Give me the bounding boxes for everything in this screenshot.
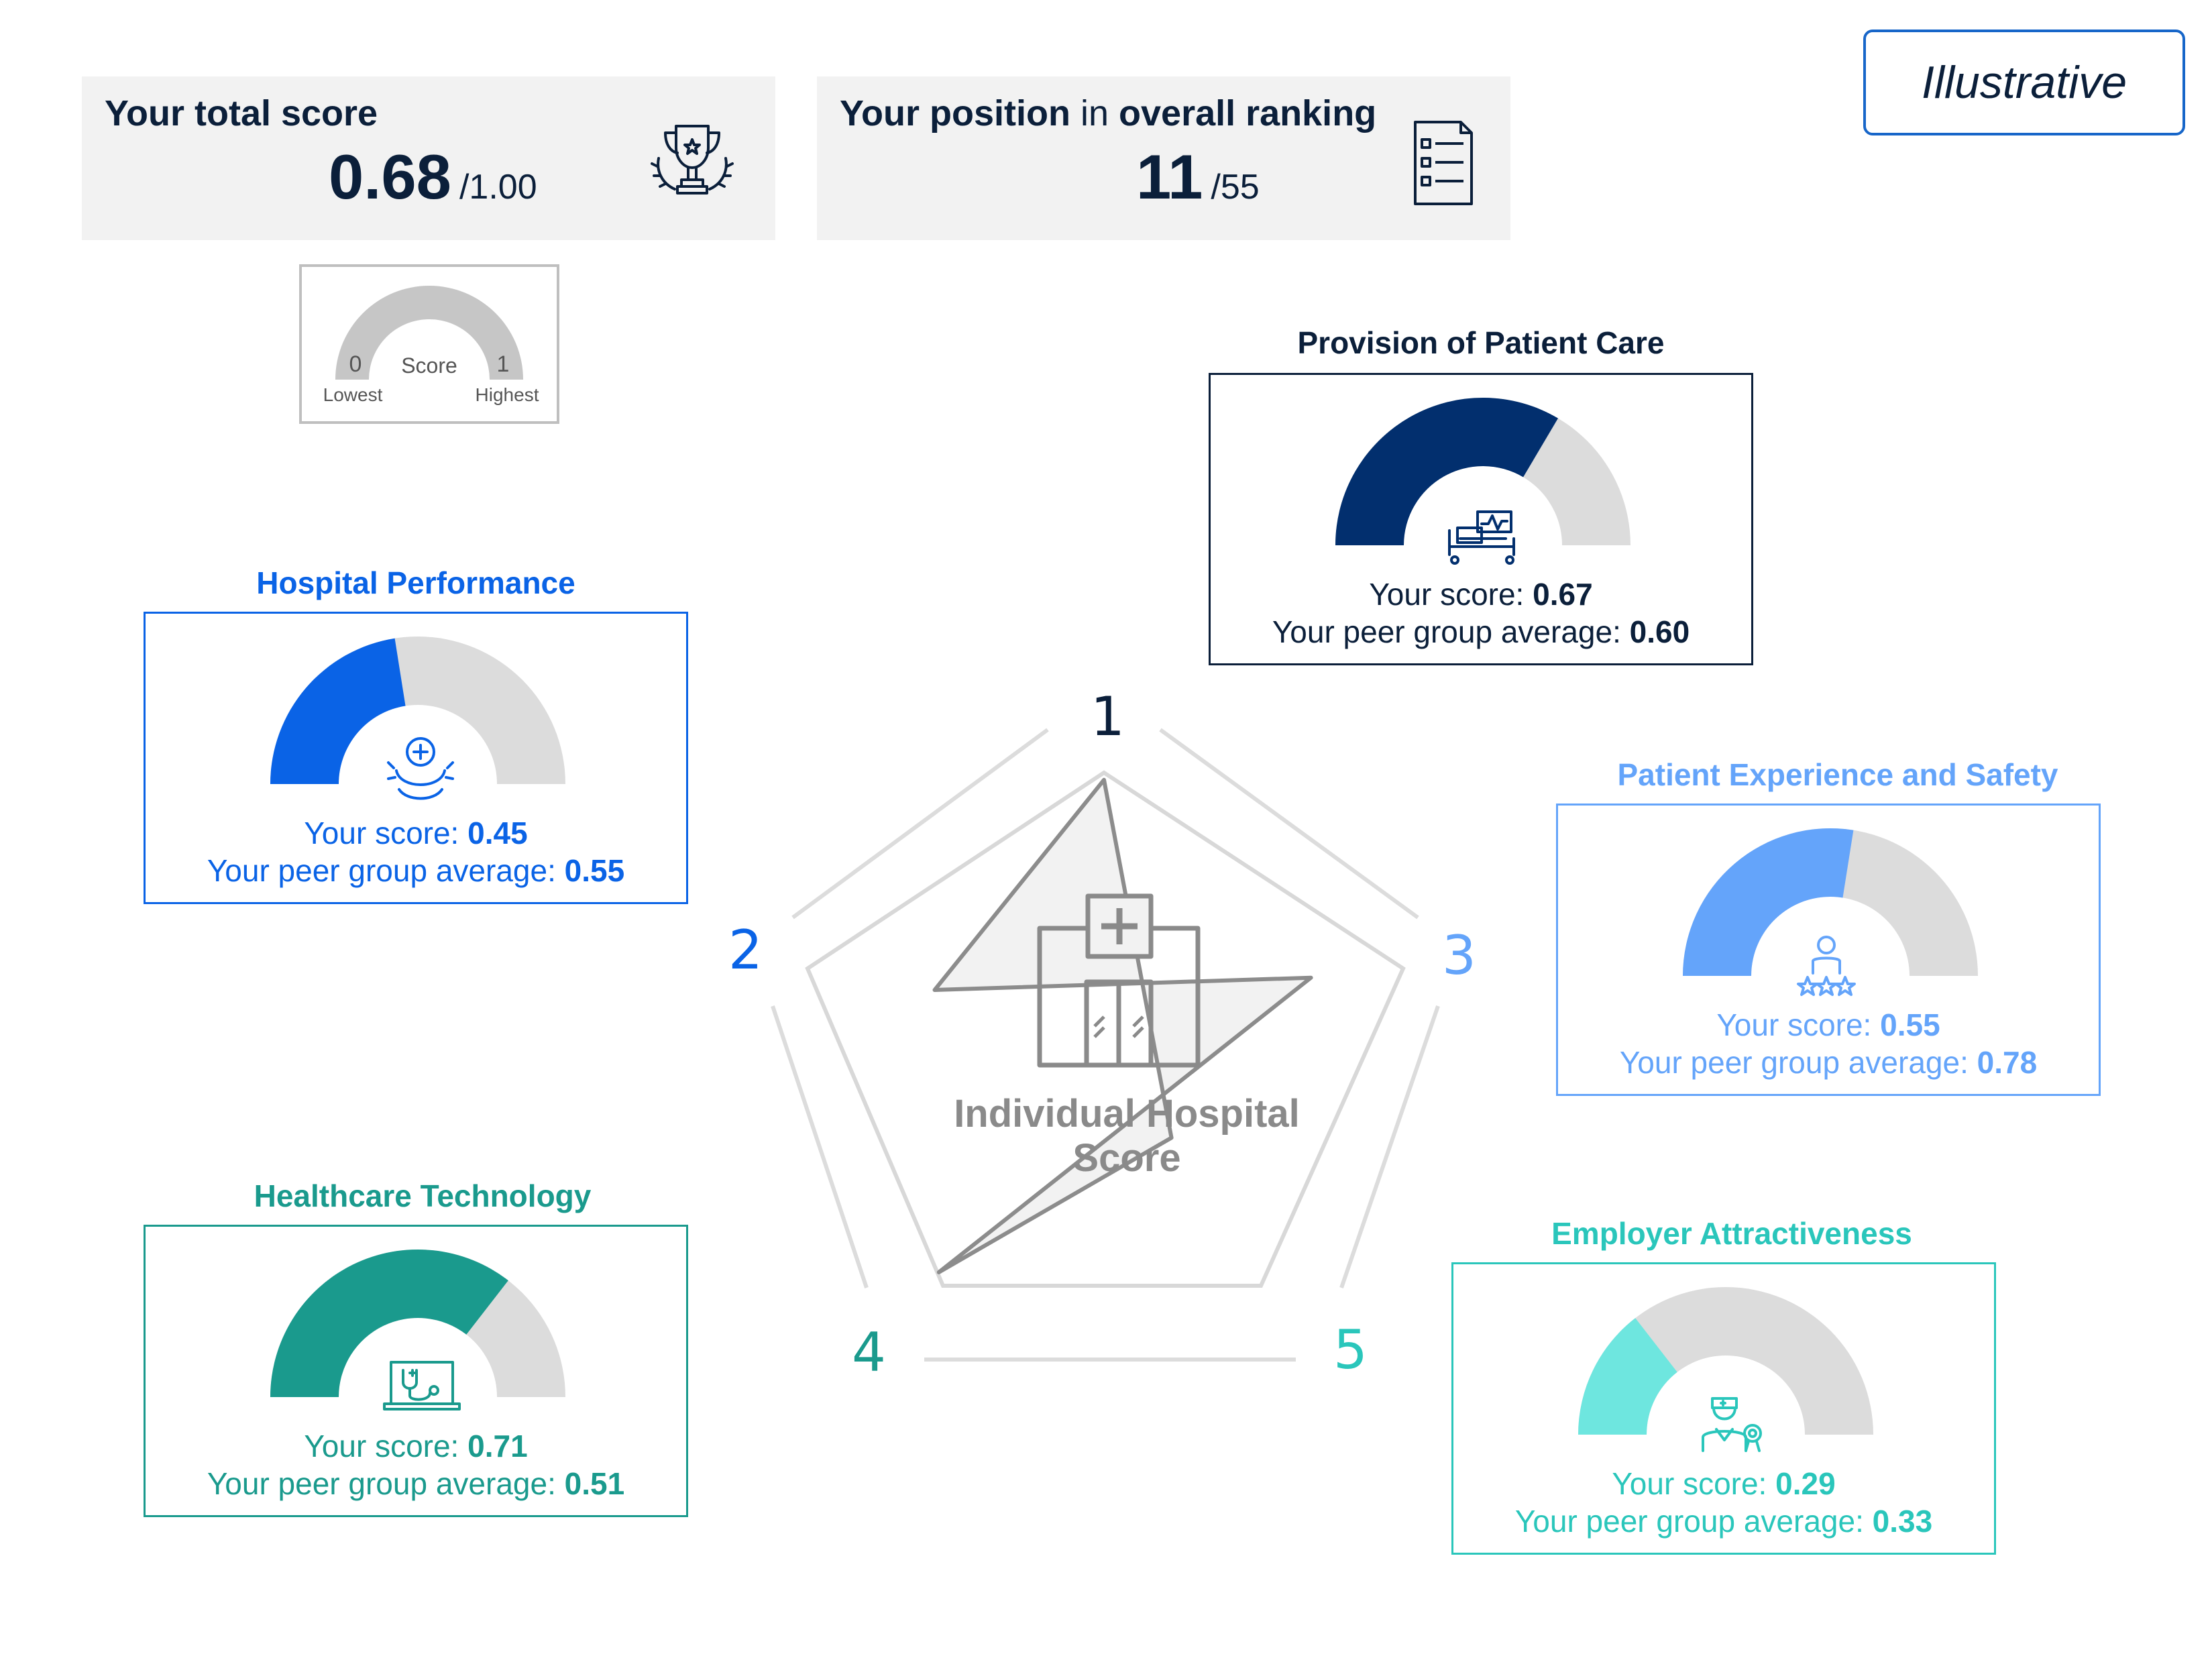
gauge-fill [270, 638, 406, 784]
center-label-line1: Individual Hospital [954, 1092, 1300, 1136]
category-card-employer: Your score: 0.29 Your peer group average… [1451, 1262, 1996, 1555]
radar-frame-edge-1-3 [1159, 728, 1419, 920]
category-title-performance: Hospital Performance [256, 565, 575, 600]
card-peer-value: 0.60 [1629, 614, 1690, 649]
card-peer-value: 0.55 [564, 853, 625, 888]
legend-min: 0 [349, 351, 362, 377]
card-peer-label: Your peer group average: [207, 853, 565, 888]
category-card-performance: Your score: 0.45 Your peer group average… [144, 612, 688, 904]
total-score-value: 0.68/1.00 [329, 141, 537, 213]
card-score-label: Your score: [1716, 1007, 1881, 1042]
category-title-employer: Employer Attractiveness [1551, 1216, 1912, 1251]
doctor-badge-icon [1702, 1397, 1762, 1452]
card-peer-line: Your peer group average: 0.55 [146, 852, 686, 889]
card-score-line: Your score: 0.55 [1558, 1007, 2099, 1043]
gauge-fill [1335, 398, 1558, 545]
ranking-title-part2: in [1070, 93, 1119, 133]
legend-center: Score [401, 353, 457, 378]
card-score-line: Your score: 0.45 [146, 815, 686, 851]
total-score-title: Your total score [105, 93, 378, 133]
category-card-technology: Your score: 0.71 Your peer group average… [144, 1225, 688, 1517]
axis-number-5: 5 [1333, 1319, 1368, 1381]
category-card-provision: Your score: 0.67 Your peer group average… [1209, 373, 1753, 665]
card-score-label: Your score: [1612, 1466, 1776, 1501]
legend-min-label: Lowest [323, 384, 383, 405]
card-score-value: 0.55 [1880, 1007, 1940, 1042]
card-score-value: 0.71 [467, 1429, 528, 1463]
axis-number-1: 1 [1091, 685, 1125, 748]
hospital-bed-monitor-icon [1448, 510, 1515, 565]
gauge-fill [270, 1250, 508, 1397]
card-peer-label: Your peer group average: [1514, 1504, 1873, 1539]
card-score-line: Your score: 0.29 [1453, 1465, 1994, 1502]
ranking-title: Your position in overall ranking [840, 93, 1376, 134]
card-peer-value: 0.33 [1872, 1504, 1933, 1539]
score-legend: 0 1 Score Lowest Highest [299, 264, 559, 424]
radar-chart [771, 728, 1440, 1362]
radar-frame-edge-2-1 [791, 728, 1049, 920]
medical-cross-gear-icon [387, 737, 454, 800]
category-title-provision: Provision of Patient Care [1297, 325, 1665, 360]
ranking-number: 11 [1136, 142, 1203, 212]
category-title-experience: Patient Experience and Safety [1617, 757, 2058, 792]
card-peer-line: Your peer group average: 0.33 [1453, 1503, 1994, 1539]
trophy-icon [651, 125, 734, 195]
ranking-value: 11/55 [1136, 141, 1260, 213]
axis-number-4: 4 [852, 1321, 886, 1384]
legend-max: 1 [497, 351, 510, 377]
card-score-value: 0.67 [1533, 577, 1593, 612]
category-title-technology: Healthcare Technology [254, 1178, 592, 1213]
card-peer-label: Your peer group average: [1619, 1045, 1977, 1080]
card-score-label: Your score: [304, 816, 468, 850]
total-score-number: 0.68 [329, 142, 451, 212]
illustrative-badge: Illustrative [1863, 30, 2185, 135]
center-label: Individual Hospital Score [919, 1092, 1335, 1180]
card-score-label: Your score: [304, 1429, 468, 1463]
card-score-line: Your score: 0.67 [1211, 576, 1751, 612]
card-peer-line: Your peer group average: 0.78 [1558, 1044, 2099, 1081]
card-peer-line: Your peer group average: 0.51 [146, 1465, 686, 1502]
axis-number-3: 3 [1442, 924, 1476, 987]
radar-score-polygon [932, 777, 1313, 1274]
card-peer-value: 0.78 [1977, 1045, 2038, 1080]
total-score-denominator: /1.00 [459, 168, 537, 207]
card-peer-line: Your peer group average: 0.60 [1211, 614, 1751, 650]
checklist-icon [1414, 121, 1473, 205]
card-peer-value: 0.51 [564, 1466, 625, 1501]
radar-frame-edge-3-5 [1339, 1005, 1440, 1288]
radar-frame-edge-4-2 [771, 1005, 869, 1288]
legend-max-label: Highest [476, 384, 539, 405]
card-score-line: Your score: 0.71 [146, 1428, 686, 1464]
laptop-stethoscope-icon [383, 1361, 461, 1410]
card-score-value: 0.29 [1775, 1466, 1836, 1501]
ranking-denominator: /55 [1211, 168, 1260, 207]
ranking-title-part3: overall ranking [1119, 93, 1377, 133]
card-peer-label: Your peer group average: [1272, 614, 1630, 649]
center-label-line2: Score [1072, 1136, 1181, 1180]
card-score-value: 0.45 [467, 816, 528, 850]
card-peer-label: Your peer group average: [207, 1466, 565, 1501]
person-stars-icon [1797, 936, 1856, 996]
category-card-experience: Your score: 0.55 Your peer group average… [1556, 804, 2101, 1096]
axis-number-2: 2 [728, 919, 763, 981]
ranking-title-part1: Your position [840, 93, 1070, 133]
card-score-label: Your score: [1369, 577, 1533, 612]
